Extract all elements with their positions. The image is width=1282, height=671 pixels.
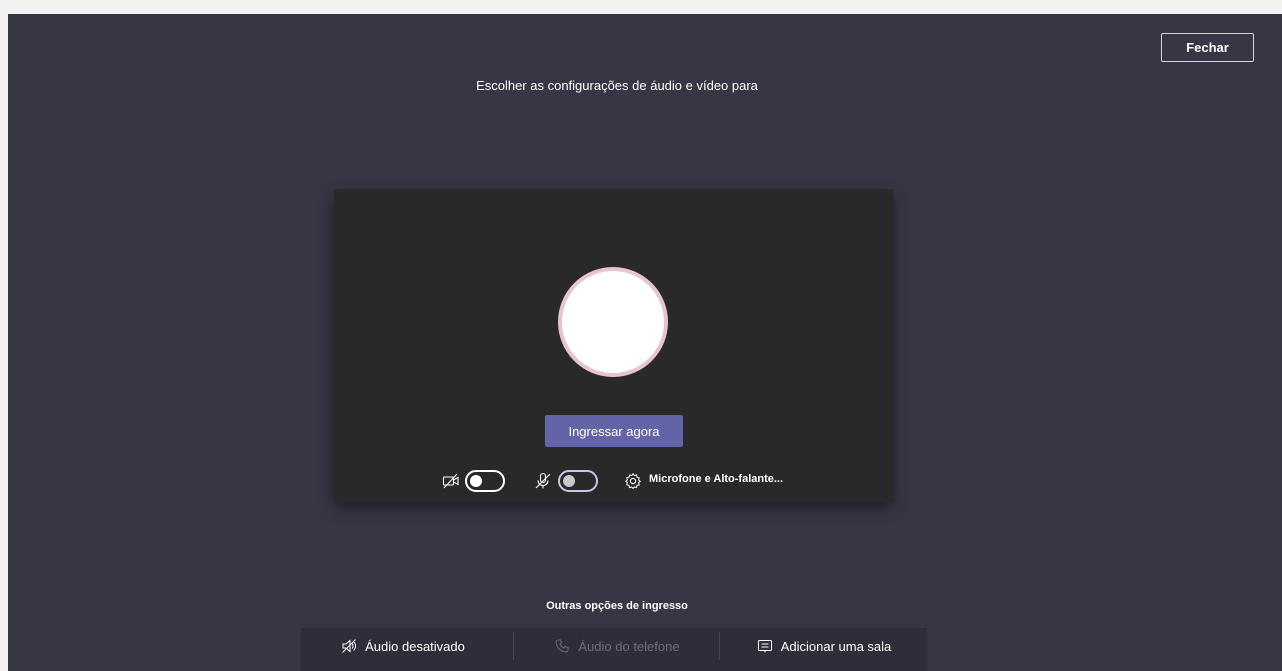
- mic-off-icon: [535, 472, 551, 489]
- video-preview: Ingressar agora Microfone e Alto-falante…: [334, 189, 893, 502]
- camera-toggle-knob: [470, 475, 482, 487]
- mic-toggle-knob: [563, 475, 575, 487]
- add-room-option[interactable]: Adicionar uma sala: [721, 628, 927, 664]
- device-settings-link[interactable]: Microfone e Alto-falante...: [649, 473, 783, 485]
- join-now-button[interactable]: Ingressar agora: [545, 415, 683, 447]
- phone-icon: [555, 639, 569, 653]
- separator: [513, 632, 514, 660]
- phone-audio-label: Áudio do telefone: [578, 638, 680, 654]
- page-title: Escolher as configurações de áudio e víd…: [476, 78, 758, 93]
- camera-toggle[interactable]: [465, 470, 505, 492]
- close-button[interactable]: Fechar: [1161, 33, 1254, 62]
- prejoin-screen: Fechar Escolher as configurações de áudi…: [8, 14, 1282, 671]
- phone-audio-option: Áudio do telefone: [515, 628, 719, 664]
- audio-off-option[interactable]: Áudio desativado: [301, 628, 505, 664]
- speaker-off-icon: [342, 639, 357, 653]
- add-room-label: Adicionar uma sala: [780, 638, 892, 654]
- gear-icon: [625, 472, 641, 490]
- other-join-options: Áudio desativado Áudio do telefone Adici…: [301, 628, 927, 671]
- avatar: [558, 267, 668, 377]
- mic-toggle[interactable]: [558, 470, 598, 492]
- separator: [719, 632, 720, 660]
- camera-off-icon: [442, 473, 459, 489]
- room-icon: [757, 640, 772, 653]
- device-controls: Microfone e Alto-falante...: [334, 468, 893, 494]
- other-join-options-title: Outras opções de ingresso: [546, 600, 688, 612]
- audio-off-label: Áudio desativado: [365, 638, 465, 654]
